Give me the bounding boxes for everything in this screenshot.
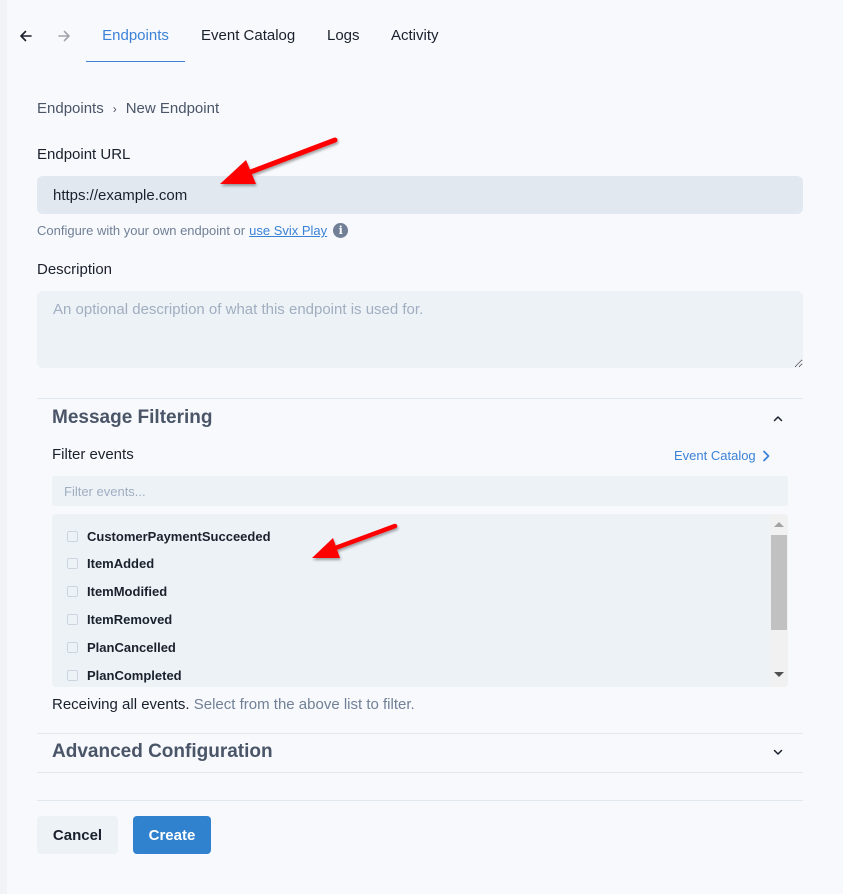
endpoint-url-input[interactable]	[37, 176, 803, 214]
divider	[37, 398, 803, 399]
description-input[interactable]	[37, 291, 803, 368]
event-checkbox[interactable]	[67, 558, 78, 569]
event-item[interactable]: ItemRemoved	[67, 612, 172, 627]
chevron-up-icon[interactable]	[772, 413, 784, 425]
breadcrumb-endpoints[interactable]: Endpoints	[37, 100, 104, 117]
svix-play-link[interactable]: use Svix Play	[249, 223, 327, 238]
event-name: PlanCancelled	[87, 640, 176, 655]
event-item[interactable]: PlanCompleted	[67, 668, 182, 683]
filter-events-input[interactable]	[52, 476, 788, 506]
event-checkbox[interactable]	[67, 642, 78, 653]
tab-event-catalog[interactable]: Event Catalog	[201, 0, 295, 62]
event-checkbox[interactable]	[67, 670, 78, 681]
event-name: PlanCompleted	[87, 668, 182, 683]
event-name: ItemRemoved	[87, 612, 173, 627]
tab-logs[interactable]: Logs	[327, 0, 360, 62]
breadcrumb-separator: ›	[112, 101, 117, 116]
event-list-scrollbar[interactable]	[769, 514, 788, 687]
event-catalog-link[interactable]: Event Catalog	[674, 448, 770, 463]
divider	[37, 772, 803, 773]
filter-status-hint: Select from the above list to filter.	[193, 696, 415, 713]
chevron-down-icon[interactable]	[772, 746, 784, 758]
event-catalog-link-label: Event Catalog	[674, 448, 756, 463]
arrow-left-icon[interactable]	[17, 27, 35, 45]
help-text: Configure with your own endpoint or	[37, 223, 246, 238]
event-name: ItemAdded	[87, 556, 155, 571]
divider	[37, 733, 803, 734]
top-nav: Endpoints Event Catalog Logs Activity	[0, 0, 843, 62]
filter-status-main: Receiving all events.	[52, 696, 190, 713]
filter-status: Receiving all events. Select from the ab…	[52, 696, 415, 713]
event-item[interactable]: CustomerPaymentSucceeded	[67, 529, 271, 544]
arrow-right-icon[interactable]	[55, 27, 73, 45]
breadcrumb-current: New Endpoint	[125, 100, 220, 117]
message-filtering-header[interactable]: Message Filtering	[52, 407, 213, 429]
event-item[interactable]: ItemAdded	[67, 556, 154, 571]
event-checkbox[interactable]	[67, 531, 78, 542]
cancel-button[interactable]: Cancel	[37, 816, 118, 854]
create-button[interactable]: Create	[133, 816, 211, 854]
event-checkbox[interactable]	[67, 614, 78, 625]
event-name: CustomerPaymentSucceeded	[87, 529, 271, 544]
tab-endpoints[interactable]: Endpoints	[86, 0, 185, 62]
description-label: Description	[37, 261, 113, 278]
event-name: ItemModified	[87, 584, 168, 599]
scroll-thumb[interactable]	[771, 535, 787, 630]
left-edge	[0, 0, 7, 894]
filter-events-label: Filter events	[52, 446, 134, 463]
advanced-configuration-header[interactable]: Advanced Configuration	[52, 741, 273, 763]
event-list: CustomerPaymentSucceeded ItemAdded ItemM…	[52, 514, 788, 687]
event-checkbox[interactable]	[67, 586, 78, 597]
event-item[interactable]: ItemModified	[67, 584, 167, 599]
chevron-right-icon	[762, 450, 770, 461]
scroll-down-icon[interactable]	[774, 672, 784, 677]
scroll-up-icon[interactable]	[774, 522, 784, 527]
event-item[interactable]: PlanCancelled	[67, 640, 176, 655]
info-icon[interactable]: i	[333, 223, 349, 238]
endpoint-url-label: Endpoint URL	[37, 146, 131, 163]
breadcrumb: Endpoints › New Endpoint	[37, 100, 219, 117]
endpoint-url-help: Configure with your own endpoint or use …	[37, 223, 349, 238]
divider	[37, 800, 803, 801]
tab-activity[interactable]: Activity	[391, 0, 439, 62]
